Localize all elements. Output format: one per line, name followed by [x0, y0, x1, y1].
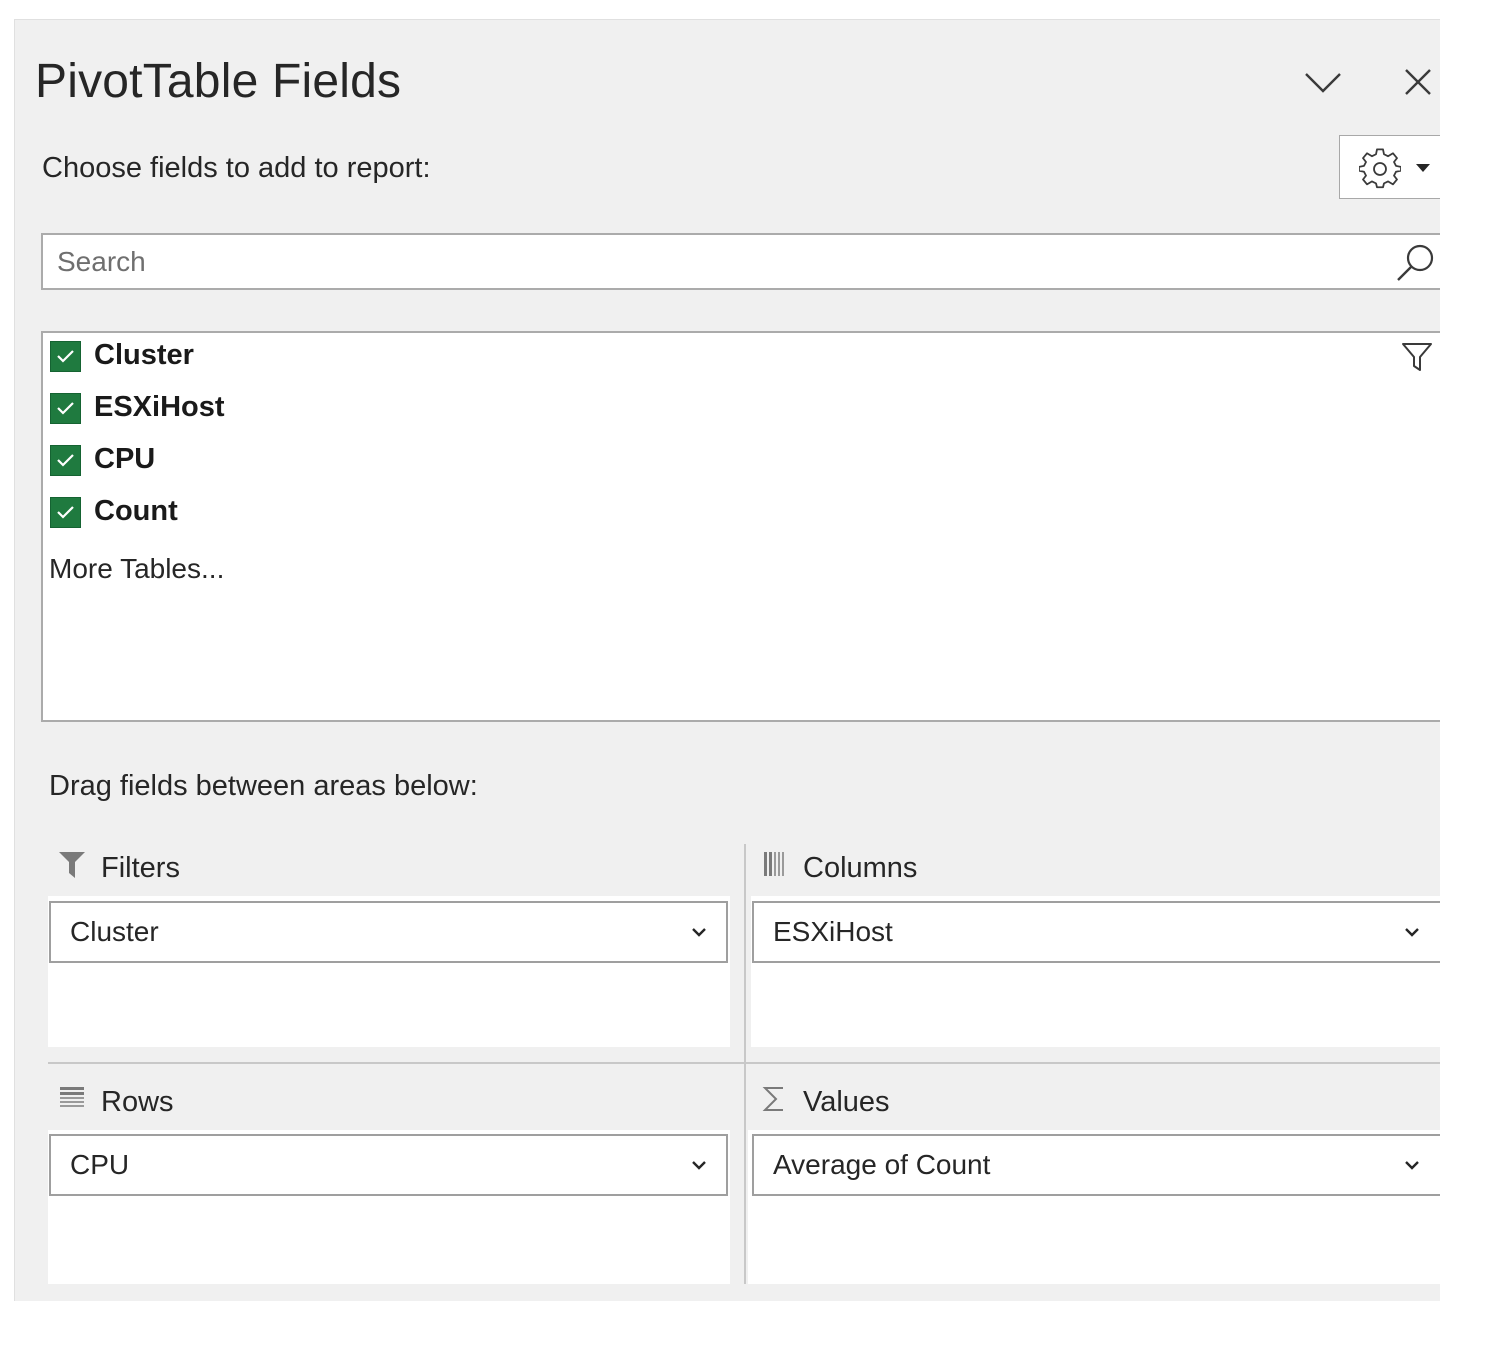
check-icon	[57, 506, 74, 519]
close-icon	[1405, 69, 1431, 95]
check-icon	[57, 402, 74, 415]
area-item-label: CPU	[70, 1149, 130, 1180]
tools-button[interactable]	[1339, 135, 1440, 199]
field-list: Cluster ESXiHost CPU Count More Tables..…	[41, 331, 1440, 722]
columns-area-title: Columns	[803, 852, 918, 884]
field-label: CPU	[94, 443, 156, 475]
check-icon	[57, 350, 74, 363]
chevron-down-icon[interactable]	[690, 923, 708, 941]
pane-title: PivotTable Fields	[35, 55, 402, 108]
values-area-title: Values	[803, 1086, 890, 1118]
search-icon[interactable]	[1395, 242, 1437, 284]
values-area-item[interactable]: Average of Count	[752, 1134, 1440, 1196]
filter-icon	[59, 852, 85, 878]
chevron-down-icon[interactable]	[690, 1156, 708, 1174]
rows-area-title: Rows	[101, 1086, 174, 1118]
more-tables-link[interactable]: More Tables...	[49, 553, 224, 585]
filters-area-item[interactable]: Cluster	[49, 901, 728, 963]
field-label: Cluster	[94, 339, 194, 371]
choose-fields-label: Choose fields to add to report:	[42, 152, 431, 184]
search-box	[41, 233, 1440, 290]
area-item-label: Cluster	[70, 916, 159, 947]
rows-area-item[interactable]: CPU	[49, 1134, 728, 1196]
rows-icon	[60, 1087, 84, 1107]
field-label: Count	[94, 495, 178, 527]
caret-down-icon	[1416, 164, 1430, 172]
field-label: ESXiHost	[94, 391, 225, 423]
gear-icon	[1359, 148, 1401, 189]
filters-drop-zone[interactable]: Cluster	[48, 896, 730, 1047]
columns-area-item[interactable]: ESXiHost	[752, 901, 1440, 963]
checkbox-checked[interactable]	[50, 445, 81, 476]
close-button[interactable]	[1396, 60, 1440, 104]
chevron-down-icon[interactable]	[1403, 1156, 1421, 1174]
search-input[interactable]	[55, 241, 1359, 283]
checkbox-checked[interactable]	[50, 341, 81, 372]
area-divider-horizontal	[48, 1062, 1440, 1064]
columns-drop-zone[interactable]: ESXiHost	[751, 896, 1440, 1047]
drag-fields-label: Drag fields between areas below:	[49, 770, 478, 802]
collapse-button[interactable]	[1301, 60, 1345, 104]
values-drop-zone[interactable]: Average of Count	[748, 1130, 1440, 1284]
rows-drop-zone[interactable]: CPU	[48, 1130, 730, 1284]
filters-area-title: Filters	[101, 852, 180, 884]
checkbox-checked[interactable]	[50, 497, 81, 528]
area-divider-vertical	[744, 844, 746, 1284]
area-item-label: ESXiHost	[773, 916, 893, 947]
check-icon	[57, 454, 74, 467]
area-item-label: Average of Count	[773, 1149, 991, 1180]
filter-icon[interactable]	[1401, 341, 1433, 373]
chevron-down-icon	[1305, 73, 1341, 93]
sigma-icon	[762, 1087, 783, 1111]
columns-icon	[764, 852, 784, 876]
chevron-down-icon[interactable]	[1403, 923, 1421, 941]
checkbox-checked[interactable]	[50, 393, 81, 424]
pivottable-fields-pane: PivotTable Fields Choose fields to add t…	[14, 19, 1440, 1301]
